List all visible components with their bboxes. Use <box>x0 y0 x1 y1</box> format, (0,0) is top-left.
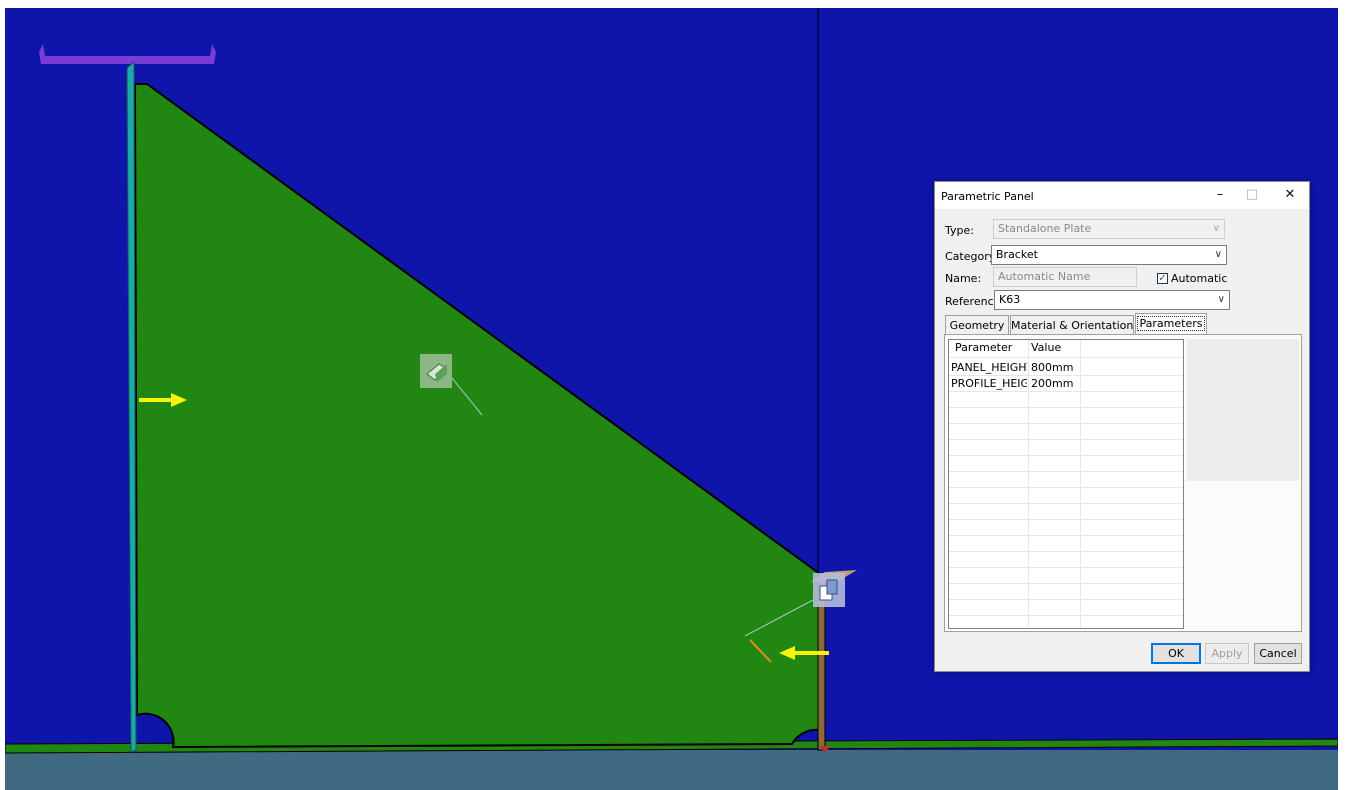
table-row <box>949 520 1183 536</box>
tab-parameters[interactable]: Parameters <box>1135 313 1207 336</box>
table-row <box>949 424 1183 440</box>
table-row <box>949 552 1183 568</box>
reference-value: K63 <box>999 293 1021 306</box>
parameter-value-cell[interactable]: 200mm <box>1031 377 1073 390</box>
table-row[interactable]: PROFILE_HEIG... 200mm <box>949 376 1183 392</box>
ok-button[interactable]: OK <box>1151 643 1201 664</box>
table-row <box>949 568 1183 584</box>
table-row <box>949 504 1183 520</box>
type-value: Standalone Plate <box>998 222 1092 235</box>
grid-header: Parameter Value <box>949 340 1183 358</box>
table-row <box>949 472 1183 488</box>
apply-button[interactable]: Apply <box>1205 643 1249 664</box>
table-row <box>949 600 1183 616</box>
grid-header-value: Value <box>1031 341 1062 354</box>
parameter-name-cell: PANEL_HEIGHT <box>951 361 1027 374</box>
type-label: Type: <box>945 224 974 237</box>
tab-geometry[interactable]: Geometry <box>945 315 1009 336</box>
dialog-titlebar[interactable]: Parametric Panel – □ ✕ <box>935 182 1309 209</box>
chevron-down-icon: ∨ <box>1214 249 1222 260</box>
parametric-panel-dialog: Parametric Panel – □ ✕ Type: Standalone … <box>934 181 1310 672</box>
parameter-preview-area <box>1187 339 1299 481</box>
parameters-grid[interactable]: Parameter Value PANEL_HEIGHT 800mm PROFI… <box>948 339 1184 629</box>
chevron-down-icon: ∨ <box>1217 294 1225 305</box>
minimize-button[interactable]: – <box>1205 184 1235 206</box>
cancel-button[interactable]: Cancel <box>1254 643 1302 664</box>
table-row <box>949 536 1183 552</box>
grid-header-parameter: Parameter <box>955 341 1013 354</box>
name-field: Automatic Name <box>993 267 1137 287</box>
category-select[interactable]: Bracket ∨ <box>991 245 1227 265</box>
close-button[interactable]: ✕ <box>1275 184 1305 206</box>
table-row <box>949 408 1183 424</box>
table-row <box>949 488 1183 504</box>
floor-surface <box>5 750 1338 790</box>
reference-select[interactable]: K63 ∨ <box>994 290 1230 310</box>
parameter-value-cell[interactable]: 800mm <box>1031 361 1073 374</box>
automatic-label: Automatic <box>1171 272 1228 285</box>
dialog-title: Parametric Panel <box>941 190 1034 203</box>
automatic-checkbox[interactable]: ✓ <box>1157 273 1168 284</box>
name-value: Automatic Name <box>998 270 1091 283</box>
type-select: Standalone Plate ∨ <box>993 219 1225 239</box>
name-label: Name: <box>945 272 982 285</box>
category-value: Bracket <box>996 248 1038 261</box>
table-row <box>949 456 1183 472</box>
bracket-handle-icon[interactable] <box>813 573 845 607</box>
table-row <box>949 440 1183 456</box>
table-row <box>949 392 1183 408</box>
chevron-down-icon: ∨ <box>1212 223 1220 234</box>
parameter-name-cell: PROFILE_HEIG... <box>951 377 1027 390</box>
table-row <box>949 584 1183 600</box>
plate-handle-icon[interactable] <box>420 354 452 388</box>
table-row[interactable]: PANEL_HEIGHT 800mm <box>949 360 1183 376</box>
maximize-button[interactable]: □ <box>1237 184 1267 206</box>
tab-material-orientation[interactable]: Material & Orientation <box>1010 315 1134 336</box>
checkbox-check-icon: ✓ <box>1158 273 1167 284</box>
